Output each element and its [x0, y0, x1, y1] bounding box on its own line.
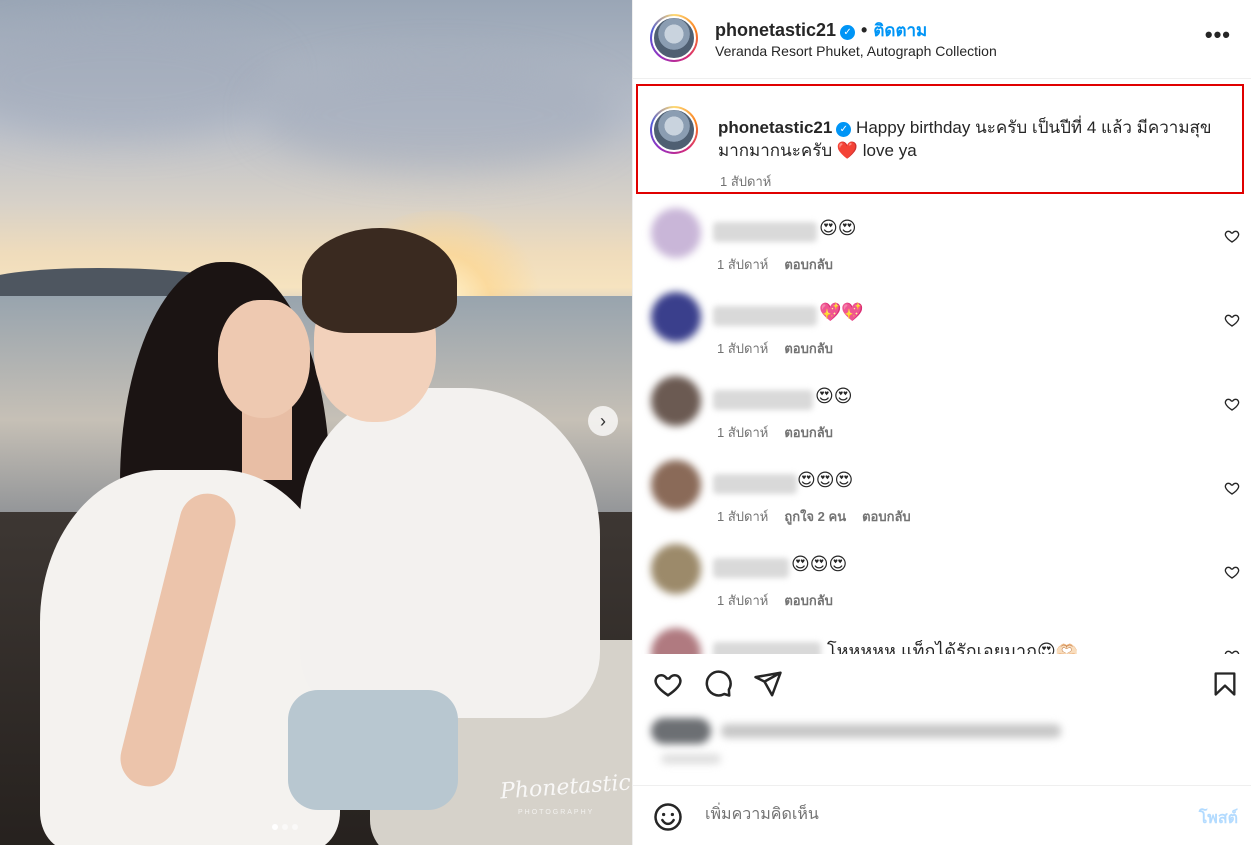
commenter-avatar[interactable] — [651, 544, 701, 594]
comment-timestamp[interactable]: 1 สัปดาห์ — [717, 422, 768, 443]
comment-timestamp[interactable]: 1 สัปดาห์ — [717, 506, 768, 527]
comment-item: 💖💖 1 สัปดาห์ ตอบกลับ — [633, 288, 1251, 372]
comment-text: 😍😍😍 — [791, 554, 848, 574]
reply-button[interactable]: ตอบกลับ — [784, 338, 833, 359]
liked-by-avatars-blurred — [651, 718, 711, 744]
caption-timestamp[interactable]: 1 สัปดาห์ — [720, 171, 771, 192]
post-detail-panel: phonetastic21 ✓ • ติดตาม Veranda Resort Phu… — [632, 0, 1251, 845]
carousel-dot — [282, 824, 288, 830]
commenter-username-blurred[interactable] — [713, 306, 817, 326]
commenter-avatar[interactable] — [651, 376, 701, 426]
post-actions — [633, 655, 1251, 705]
reply-button[interactable]: ตอบกลับ — [784, 254, 833, 275]
post-photo[interactable]: Phonetastic PHOTOGRAPHY › — [0, 0, 632, 845]
post-comment-button[interactable]: โพสต์ — [1199, 806, 1238, 831]
photo-man-hair — [302, 228, 457, 333]
follow-button[interactable]: ติดตาม — [873, 21, 927, 40]
photo-woman-face — [218, 300, 310, 418]
commenter-username-blurred[interactable] — [713, 558, 789, 578]
caption-username[interactable]: phonetastic21 — [718, 118, 832, 137]
header-separator: • — [861, 20, 868, 40]
comment-meta: 1 สัปดาห์ ตอบกลับ — [717, 590, 833, 611]
comment-text: โหหหหห แท็กได้รักเอยมาก😍🫶🏻 — [827, 641, 1079, 654]
like-comment-heart-icon[interactable] — [1224, 312, 1240, 328]
comment-meta: 1 สัปดาห์ ถูกใจ 2 คน ตอบกลับ — [717, 506, 911, 527]
post-date-blurred — [661, 754, 721, 764]
author-username[interactable]: phonetastic21 — [715, 20, 836, 40]
verified-badge-icon: ✓ — [840, 25, 856, 40]
header-user-line: phonetastic21 ✓ • ติดตาม — [715, 17, 927, 44]
comment-text: 😍😍 — [819, 218, 857, 238]
comment-icon[interactable] — [703, 669, 733, 699]
comment-text: 😍😍😍 — [797, 470, 854, 490]
comment-composer: โพสต์ — [633, 786, 1251, 845]
photo-watermark-sub: PHOTOGRAPHY — [518, 809, 595, 816]
more-icon[interactable]: ••• — [1205, 22, 1231, 48]
photo-man-shirt — [300, 388, 600, 718]
caption-author-avatar[interactable] — [650, 106, 698, 154]
comment-item: 😍😍 1 สัปดาห์ ตอบกลับ — [633, 204, 1251, 288]
like-comment-heart-icon[interactable] — [1224, 396, 1240, 412]
comments-list[interactable]: phonetastic21 ✓ Happy birthday นะครับ เป็… — [633, 80, 1251, 654]
reply-button[interactable]: ตอบกลับ — [784, 422, 833, 443]
photo-cloud — [260, 60, 620, 170]
add-comment-input[interactable] — [705, 800, 1165, 830]
carousel-dot-active — [272, 824, 278, 830]
photo-cloud — [0, 20, 280, 140]
comment-item: 😍😍😍 1 สัปดาห์ ตอบกลับ — [633, 540, 1251, 624]
share-icon[interactable] — [753, 669, 783, 699]
reply-button[interactable]: ตอบกลับ — [862, 506, 911, 527]
liked-by-text-blurred — [721, 724, 1061, 738]
like-comment-heart-icon[interactable] — [1224, 648, 1240, 654]
author-avatar[interactable] — [650, 14, 698, 62]
commenter-avatar[interactable] — [651, 460, 701, 510]
commenter-username-blurred[interactable] — [713, 390, 813, 410]
carousel-dot — [292, 824, 298, 830]
comment-timestamp[interactable]: 1 สัปดาห์ — [717, 338, 768, 359]
post-location[interactable]: Veranda Resort Phuket, Autograph Collect… — [715, 43, 997, 59]
carousel-next-button[interactable]: › — [588, 406, 618, 436]
photo-man-shorts — [288, 690, 458, 810]
like-comment-heart-icon[interactable] — [1224, 228, 1240, 244]
like-comment-heart-icon[interactable] — [1224, 480, 1240, 496]
comment-likes-count[interactable]: ถูกใจ 2 คน — [784, 506, 846, 527]
comment-item: โหหหหห แท็กได้รักเอยมาก😍🫶🏻 — [633, 624, 1251, 654]
comment-item: 😍😍😍 1 สัปดาห์ ถูกใจ 2 คน ตอบกลับ — [633, 456, 1251, 540]
comment-meta: 1 สัปดาห์ ตอบกลับ — [717, 254, 833, 275]
caption-text: phonetastic21 ✓ Happy birthday นะครับ เป็… — [718, 116, 1238, 162]
reply-button[interactable]: ตอบกลับ — [784, 590, 833, 611]
comment-text: 😍😍 — [815, 386, 853, 406]
comment-item: 😍😍 1 สัปดาห์ ตอบกลับ — [633, 372, 1251, 456]
caption-highlight: phonetastic21 ✓ Happy birthday นะครับ เป็… — [636, 84, 1244, 194]
comment-meta: 1 สัปดาห์ ตอบกลับ — [717, 422, 833, 443]
bookmark-icon[interactable] — [1211, 669, 1239, 699]
commenter-avatar[interactable] — [651, 292, 701, 342]
verified-badge-icon: ✓ — [836, 122, 852, 137]
like-comment-heart-icon[interactable] — [1224, 564, 1240, 580]
liked-by-summary-blurred[interactable] — [651, 714, 1071, 764]
commenter-avatar[interactable] — [651, 208, 701, 258]
heart-icon[interactable] — [653, 669, 683, 699]
comment-timestamp[interactable]: 1 สัปดาห์ — [717, 254, 768, 275]
red-heart-emoji: ❤️ — [836, 141, 859, 160]
post-header: phonetastic21 ✓ • ติดตาม Veranda Resort Phu… — [633, 0, 1251, 79]
comment-meta: 1 สัปดาห์ ตอบกลับ — [717, 338, 833, 359]
commenter-username-blurred[interactable] — [713, 642, 821, 654]
comment-timestamp[interactable]: 1 สัปดาห์ — [717, 590, 768, 611]
caption-body-end: love ya — [862, 141, 917, 160]
carousel-dots — [272, 824, 298, 830]
chevron-right-icon: › — [600, 410, 606, 431]
commenter-username-blurred[interactable] — [713, 222, 817, 242]
commenter-username-blurred[interactable] — [713, 474, 797, 494]
emoji-icon[interactable] — [653, 802, 683, 832]
commenter-avatar[interactable] — [651, 628, 701, 654]
comment-text: 💖💖 — [819, 302, 864, 322]
